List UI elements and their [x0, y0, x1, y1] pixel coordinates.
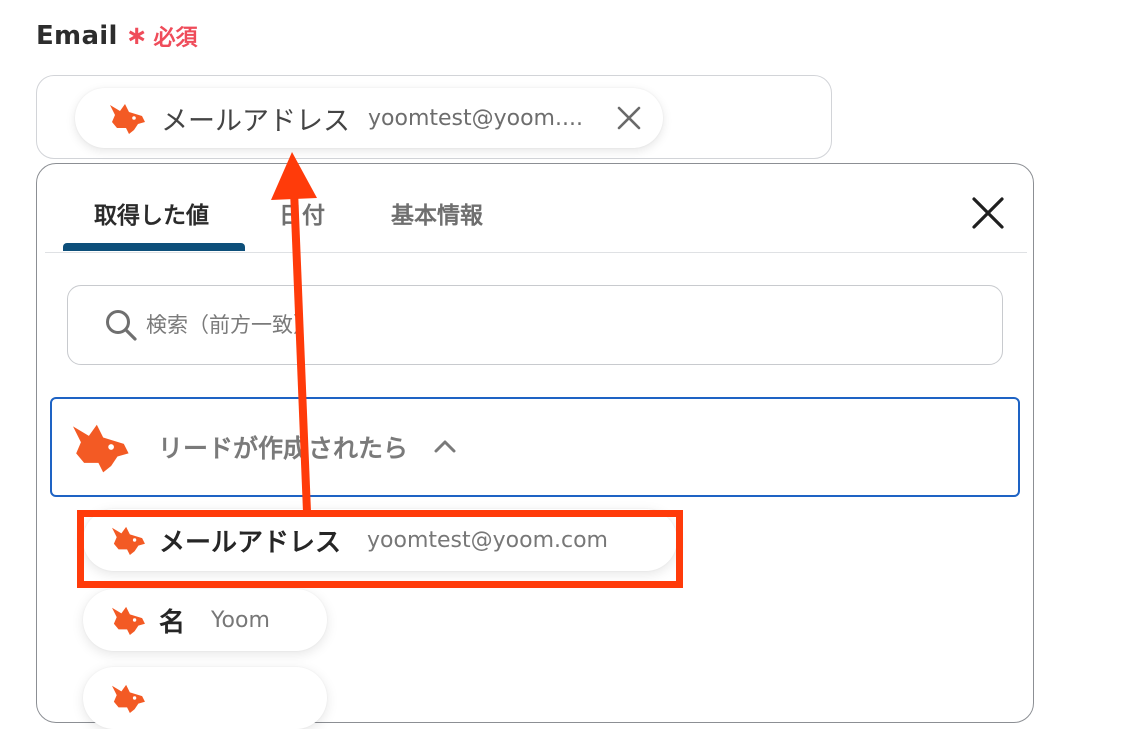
yoom-fox-icon: [112, 684, 145, 714]
annotation-arrow: [271, 152, 317, 513]
